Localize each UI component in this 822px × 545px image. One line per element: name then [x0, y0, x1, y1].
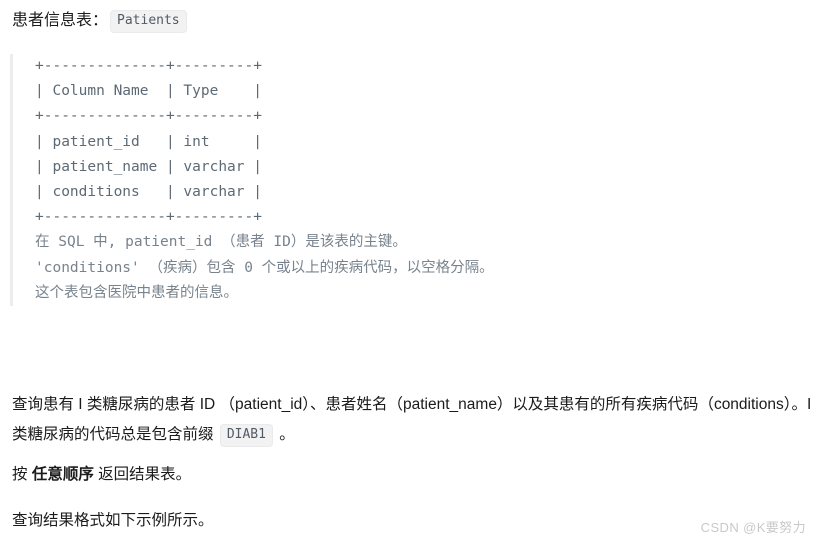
csdn-watermark: CSDN @K要努力 — [700, 520, 806, 535]
table-name-code-chip: Patients — [110, 10, 187, 33]
article-page: 患者信息表： Patients +--------------+---------… — [0, 0, 822, 545]
schema-blockquote: +--------------+---------+ | Column Name… — [10, 54, 710, 307]
schema-ascii-table: +--------------+---------+ | Column Name… — [35, 58, 262, 226]
table-title-line: 患者信息表： Patients — [12, 8, 189, 34]
order-prefix: 按 — [12, 465, 32, 483]
order-paragraph: 按 任意顺序 返回结果表。 — [12, 460, 191, 490]
order-emphasis: 任意顺序 — [31, 465, 94, 483]
diab1-code-chip: DIAB1 — [219, 423, 273, 447]
question-text-part1: 查询患有 I 类糖尿病的患者 ID （patient_id）、患者姓名（pati… — [12, 395, 812, 443]
schema-note-description: 这个表包含医院中患者的信息。 — [35, 284, 238, 301]
order-suffix: 返回结果表。 — [93, 465, 192, 483]
result-format-paragraph: 查询结果格式如下示例所示。 — [12, 511, 214, 529]
schema-note-primary-key: 在 SQL 中, patient_id （患者 ID）是该表的主键。 — [35, 234, 407, 251]
schema-note-conditions: 'conditions' （疾病）包含 0 个或以上的疾病代码，以空格分隔。 — [35, 259, 494, 276]
page-title: 患者信息表： — [12, 12, 109, 29]
question-text-part2: 。 — [274, 425, 295, 443]
question-paragraph: 查询患有 I 类糖尿病的患者 ID （patient_id）、患者姓名（pati… — [12, 390, 812, 450]
